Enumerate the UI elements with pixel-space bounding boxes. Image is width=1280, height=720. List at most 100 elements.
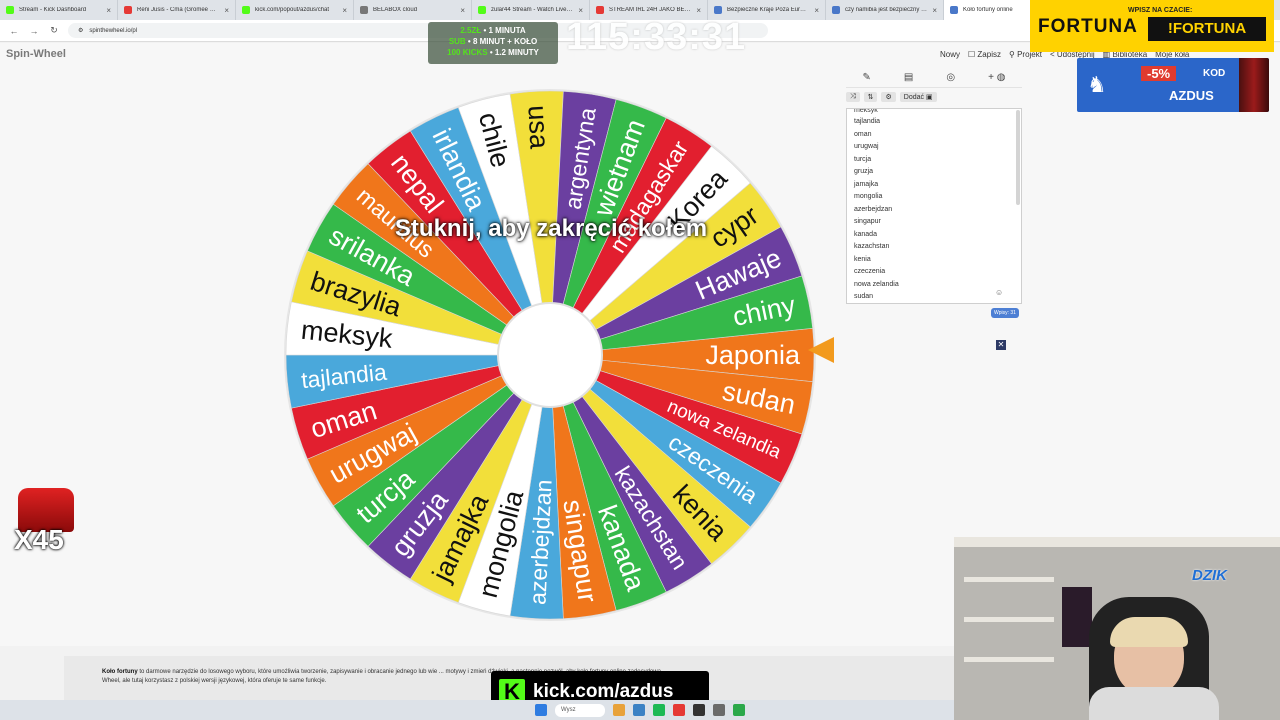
tab-close-icon[interactable]: ×: [932, 6, 937, 15]
entry-line: kazachstan: [854, 243, 890, 250]
dzik-ad: ♞ -5% KOD AZDUS: [1077, 58, 1269, 112]
spin-wheel[interactable]: Japonia sudan nowa zelandia czeczenia kenia k…: [275, 80, 825, 630]
tab-favicon-icon: [242, 6, 250, 14]
edge-icon[interactable]: [633, 704, 645, 716]
shelf: [964, 617, 1054, 622]
energy-drink-can-icon: [1239, 58, 1269, 112]
site-info-icon[interactable]: ⚙: [78, 27, 83, 34]
fortuna-code: !FORTUNA: [1148, 17, 1266, 41]
shorts-count: X45: [14, 524, 64, 555]
wheel-segment-label: Japonia: [705, 340, 801, 370]
spin-instruction: Stuknij, aby zakręcić kołem: [394, 215, 708, 242]
browser-tab[interactable]: Stream - Kick Dashboard ×: [0, 0, 118, 20]
back-icon[interactable]: ←: [8, 26, 20, 36]
folder-icon[interactable]: [613, 704, 625, 716]
edit-tab-icon[interactable]: ✎: [863, 72, 871, 83]
streamer-hair: [1110, 617, 1188, 647]
entry-line: mongolia: [854, 193, 883, 200]
bull-icon: ♞: [1087, 72, 1107, 97]
entry-line: kenia: [854, 255, 871, 263]
tab-title: kick.com/popout/azdus/chat: [255, 7, 330, 13]
sort-button[interactable]: ⇅: [863, 92, 878, 102]
tab-close-icon[interactable]: ×: [696, 6, 701, 15]
spotify-icon[interactable]: [653, 704, 665, 716]
shelf: [964, 577, 1054, 582]
discount-code: AZDUS: [1169, 88, 1214, 103]
results-tab-icon[interactable]: ▤: [904, 72, 913, 83]
rule-line: 100 KICKS • 1.2 MINUTY: [447, 48, 539, 57]
settings-button[interactable]: ⚙: [881, 92, 896, 102]
entry-line: urugwaj: [854, 143, 879, 150]
tab-favicon-icon: [360, 6, 368, 14]
tab-close-icon[interactable]: ×: [460, 6, 465, 15]
tab-close-icon[interactable]: ×: [342, 6, 347, 15]
tab-favicon-icon: [714, 6, 722, 14]
donation-rules-overlay: 2.5ZŁ • 1 MINUTA SUB • 8 MINUT + KOŁO 10…: [428, 22, 558, 64]
tab-close-icon[interactable]: ×: [106, 6, 111, 15]
tab-favicon-icon: [950, 6, 958, 14]
tab-close-icon[interactable]: ×: [578, 6, 583, 15]
stream-timer: 115:33:31: [566, 16, 747, 58]
entry-count-badge: Wpisy: 31: [991, 308, 1019, 318]
browser-tab[interactable]: kick.com/popout/azdus/chat ×: [236, 0, 354, 20]
discount-code-label: KOD: [1203, 68, 1226, 79]
wheel-pointer-icon: [808, 337, 834, 363]
tab-title: STREAM IRL 24H JAKO BEZDOMNY: [609, 7, 692, 13]
app-icon[interactable]: [713, 704, 725, 716]
wheel-center-hub[interactable]: [497, 302, 603, 408]
entry-line: singapur: [854, 218, 881, 225]
site-logo[interactable]: Spin-Wheel: [6, 48, 66, 60]
editor-toolbar: ⤨ ⇅ ⚙ Dodać ▣: [846, 90, 1022, 104]
emoji-icon[interactable]: ☺: [995, 288, 1003, 297]
terminal-icon[interactable]: [693, 704, 705, 716]
taskbar-search[interactable]: Wysz: [555, 703, 605, 717]
fridge: [1062, 587, 1092, 647]
theme-tab-icon[interactable]: + ◍: [988, 72, 1005, 83]
tab-title: Stream - Kick Dashboard: [19, 7, 87, 13]
menu-save[interactable]: ☐ Zapisz: [968, 50, 1001, 59]
tab-favicon-icon: [596, 6, 604, 14]
tab-close-icon[interactable]: ×: [224, 6, 229, 15]
add-image-button[interactable]: Dodać ▣: [899, 92, 937, 102]
tab-title: Reni Jusis - Ćma (Gromee Remix): [137, 7, 219, 13]
tab-favicon-icon: [478, 6, 486, 14]
entries-scrollbar[interactable]: [1016, 110, 1020, 205]
fortuna-hint: WPISZ NA CZACIE:: [1128, 7, 1193, 14]
entry-line: gruzja: [854, 168, 874, 175]
shelf: [954, 537, 1280, 547]
rule-line: 2.5ZŁ • 1 MINUTA: [460, 26, 526, 35]
reload-icon[interactable]: ↻: [48, 25, 60, 36]
entry-line: kanada: [854, 230, 877, 238]
tab-close-icon[interactable]: ×: [814, 6, 819, 15]
wheel-segment-label: usa: [522, 105, 554, 151]
screen: Stream - Kick Dashboard × Reni Jusis - Ćma…: [0, 0, 1280, 720]
entry-line: azerbejdzan: [854, 205, 893, 213]
entry-line: oman: [854, 130, 872, 138]
discount-percent: -5%: [1141, 66, 1177, 81]
wheel-graphic[interactable]: Japoniasudannowa zelandiaczeczeniakeniak…: [275, 80, 825, 630]
streamer-body: [1089, 687, 1219, 720]
tab-favicon-icon: [6, 6, 14, 14]
tab-favicon-icon: [124, 6, 132, 14]
hide-tab-icon[interactable]: ◎: [946, 72, 955, 83]
fortuna-logo: FORTUNA: [1038, 16, 1138, 37]
tab-title: Bezpieczne Kraje Poza Europą: [727, 7, 810, 13]
dzik-logo: DZIK: [1192, 567, 1227, 584]
app-icon[interactable]: [673, 704, 685, 716]
url-text: spinthewheel.io/pl: [89, 27, 138, 34]
tab-title: czy namibia jest bezpieczny - Szukaj: [845, 7, 927, 13]
forward-icon[interactable]: →: [28, 26, 40, 36]
entries-textarea[interactable]: meksyk tajlandia oman urugwaj turcja gruzja j…: [846, 108, 1022, 304]
entry-line: czeczenia: [854, 268, 886, 275]
tab-title: BELABOX cloud: [373, 7, 418, 13]
browser-tab[interactable]: BELABOX cloud ×: [354, 0, 472, 20]
close-icon[interactable]: ✕: [996, 340, 1006, 350]
browser-tab[interactable]: czy namibia jest bezpieczny - Szukaj ×: [826, 0, 944, 20]
entry-line: turcja: [854, 155, 872, 163]
start-icon[interactable]: [535, 704, 547, 716]
browser-tab[interactable]: Reni Jusis - Ćma (Gromee Remix) ×: [118, 0, 236, 20]
webcam-feed: DZIK: [954, 537, 1280, 720]
menu-new[interactable]: Nowy: [940, 50, 960, 59]
app-icon[interactable]: [733, 704, 745, 716]
shuffle-button[interactable]: ⤨: [846, 92, 860, 102]
